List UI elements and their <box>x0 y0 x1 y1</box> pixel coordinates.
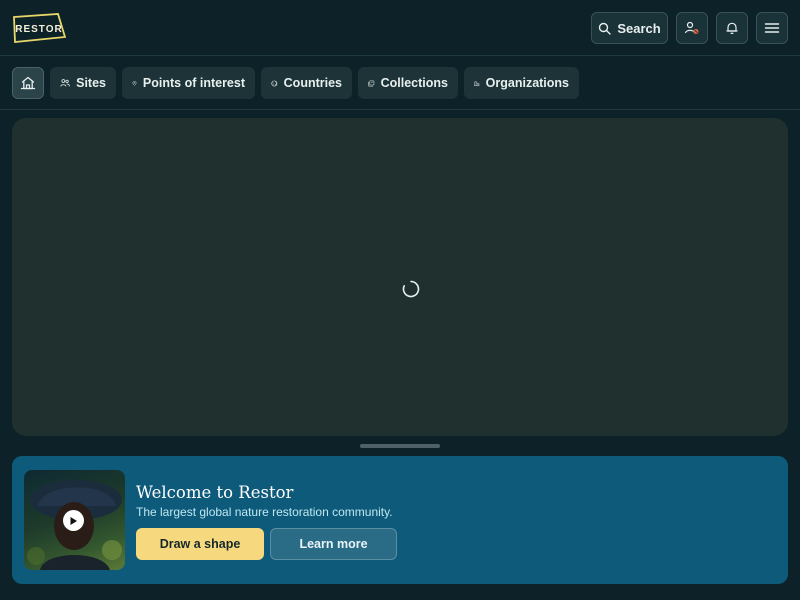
main-menu-button[interactable] <box>756 12 788 44</box>
notifications-button[interactable] <box>716 12 748 44</box>
learn-more-button[interactable]: Learn more <box>270 528 397 560</box>
nav-sites[interactable]: Sites <box>50 67 116 99</box>
nav-sites-label: Sites <box>76 76 106 90</box>
people-icon <box>60 79 70 87</box>
search-button[interactable]: Search <box>591 12 668 44</box>
bell-icon <box>726 22 738 34</box>
loading-spinner-icon <box>402 280 420 298</box>
nav-organizations[interactable]: Organizations <box>464 67 579 99</box>
map-pin-icon <box>132 80 137 86</box>
collection-icon <box>368 80 375 86</box>
search-icon <box>599 22 612 35</box>
home-icon <box>20 76 36 90</box>
category-nav: Sites Points of interest Countries Colle… <box>0 56 800 110</box>
top-header: RESTOR Search <box>0 0 800 56</box>
restor-logo[interactable]: RESTOR <box>12 13 66 44</box>
nav-countries[interactable]: Countries <box>261 67 352 99</box>
nav-countries-label: Countries <box>283 76 342 90</box>
nav-home[interactable] <box>12 67 44 99</box>
hamburger-menu-icon <box>764 23 780 33</box>
play-button[interactable] <box>63 510 84 531</box>
nav-collections[interactable]: Collections <box>358 67 458 99</box>
welcome-title: Welcome to Restor <box>136 483 294 502</box>
account-button[interactable] <box>676 12 708 44</box>
welcome-banner: Welcome to Restor The largest global nat… <box>12 456 788 584</box>
nav-collections-label: Collections <box>380 76 448 90</box>
organization-icon <box>474 80 480 86</box>
play-icon <box>70 516 77 525</box>
map-canvas[interactable] <box>12 118 788 436</box>
welcome-video-thumbnail[interactable] <box>24 470 125 570</box>
draw-shape-button[interactable]: Draw a shape <box>136 528 264 560</box>
user-icon <box>684 21 699 34</box>
nav-organizations-label: Organizations <box>485 76 569 90</box>
search-label: Search <box>617 20 661 36</box>
welcome-subtitle: The largest global nature restoration co… <box>136 505 393 519</box>
logo-text: RESTOR <box>15 23 63 35</box>
globe-icon <box>271 80 278 86</box>
nav-poi-label: Points of interest <box>142 76 245 90</box>
panel-drag-handle[interactable] <box>360 444 440 448</box>
nav-points-of-interest[interactable]: Points of interest <box>122 67 255 99</box>
